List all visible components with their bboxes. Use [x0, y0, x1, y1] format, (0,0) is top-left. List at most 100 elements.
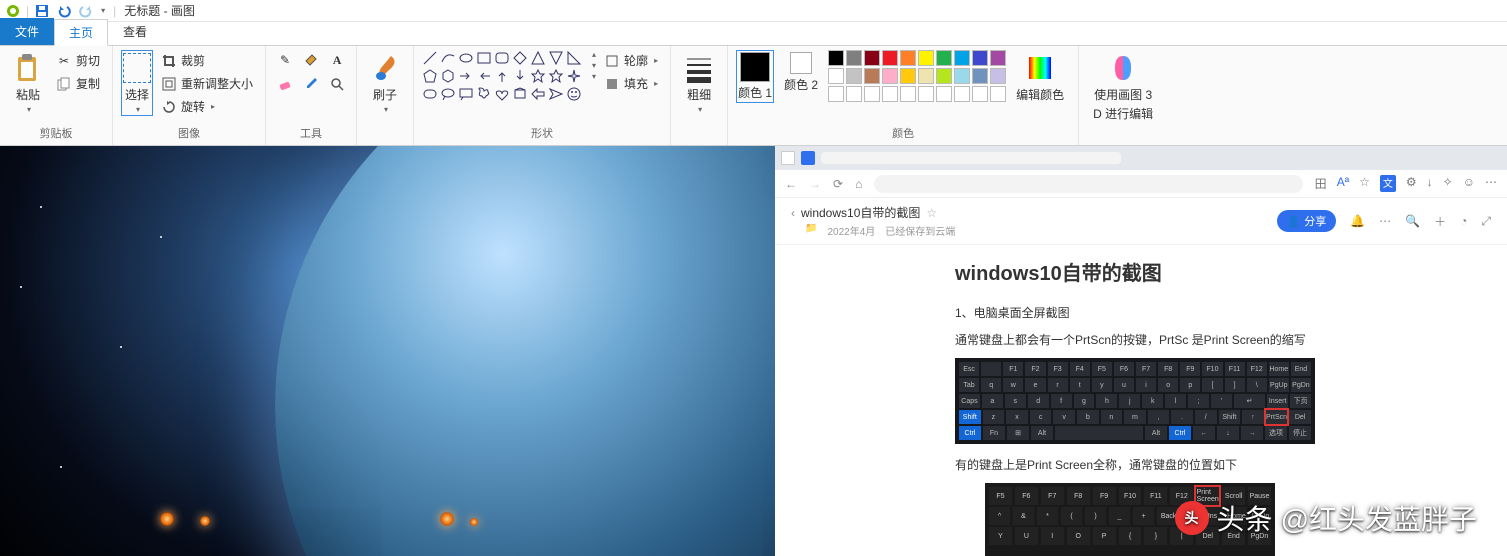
color-swatch[interactable] — [864, 68, 880, 84]
eraser-tool[interactable] — [274, 74, 296, 94]
shape-item[interactable] — [440, 86, 456, 102]
collection-icon[interactable]: ✧ — [1443, 175, 1453, 192]
shape-item[interactable] — [476, 68, 492, 84]
color1-button[interactable]: 颜色 1 — [736, 50, 774, 103]
edit-colors-button[interactable]: 编辑颜色 — [1010, 50, 1070, 105]
download-icon[interactable]: ↓ — [1427, 175, 1433, 192]
ext-icon[interactable]: 田 — [1315, 175, 1327, 192]
shapes-scroll-down[interactable]: ▾ — [592, 61, 596, 70]
shapes-expand[interactable]: ▾ — [592, 72, 596, 81]
expand-icon[interactable]: ⤢ — [1481, 214, 1491, 229]
bell-icon[interactable]: 🔔 — [1350, 214, 1365, 228]
color-swatch[interactable] — [918, 68, 934, 84]
fav-icon[interactable]: ☆ — [1359, 175, 1370, 192]
color-swatch[interactable] — [936, 50, 952, 66]
color-swatch[interactable] — [846, 68, 862, 84]
shape-item[interactable] — [458, 50, 474, 66]
shape-item[interactable] — [548, 68, 564, 84]
color-swatch[interactable] — [846, 86, 862, 102]
color-swatch[interactable] — [990, 68, 1006, 84]
shape-item[interactable] — [494, 50, 510, 66]
shapes-gallery[interactable] — [422, 50, 582, 102]
menu-icon[interactable]: ⋯ — [1485, 175, 1497, 192]
size-button[interactable]: 粗细▾ — [679, 50, 719, 116]
shape-item[interactable] — [566, 86, 582, 102]
shape-item[interactable] — [458, 68, 474, 84]
fill-button[interactable]: 填充▸ — [600, 73, 662, 94]
color-swatch[interactable] — [954, 68, 970, 84]
settings-icon[interactable]: ⚙ — [1406, 175, 1417, 192]
url-field[interactable] — [874, 175, 1302, 193]
shape-item[interactable] — [548, 50, 564, 66]
copy-button[interactable]: 复制 — [52, 73, 104, 94]
color-swatch[interactable] — [954, 86, 970, 102]
shape-item[interactable] — [530, 68, 546, 84]
shape-item[interactable] — [440, 68, 456, 84]
color-swatch[interactable] — [900, 50, 916, 66]
shape-item[interactable] — [422, 50, 438, 66]
picker-tool[interactable] — [300, 74, 322, 94]
color-swatch[interactable] — [900, 68, 916, 84]
plus-icon[interactable]: ＋ — [1434, 213, 1446, 230]
color-swatch[interactable] — [828, 50, 844, 66]
color-swatch[interactable] — [882, 86, 898, 102]
shape-item[interactable] — [494, 68, 510, 84]
cut-button[interactable]: ✂剪切 — [52, 50, 104, 71]
shape-item[interactable] — [530, 50, 546, 66]
reader-icon[interactable]: Aª — [1337, 175, 1349, 192]
text-tool[interactable]: A — [326, 50, 348, 70]
fill-tool[interactable] — [300, 50, 322, 70]
shape-item[interactable] — [566, 50, 582, 66]
select-button[interactable]: 选择▾ — [121, 50, 153, 116]
pencil-tool[interactable]: ✎ — [274, 50, 296, 70]
color-swatch[interactable] — [936, 68, 952, 84]
paste-button[interactable]: 粘贴 ▾ — [8, 50, 48, 116]
magnifier-tool[interactable] — [326, 74, 348, 94]
shape-item[interactable] — [512, 50, 528, 66]
back-icon[interactable]: ← — [785, 177, 797, 191]
shape-item[interactable] — [476, 86, 492, 102]
color-swatch[interactable] — [936, 86, 952, 102]
resize-button[interactable]: 重新调整大小 — [157, 73, 257, 94]
canvas-area[interactable]: ← → ⟳ ⌂ 田 Aª ☆ 文 ⚙ ↓ ✧ ☺ ⋯ ‹ windows10自带… — [0, 146, 1507, 556]
color-palette[interactable] — [828, 50, 1006, 102]
tab-file[interactable]: 文件 — [0, 18, 54, 45]
tab-view[interactable]: 查看 — [108, 18, 162, 45]
shape-item[interactable] — [476, 50, 492, 66]
tab-home[interactable]: 主页 — [54, 19, 108, 46]
color-swatch[interactable] — [972, 86, 988, 102]
qat-customize-icon[interactable]: ▾ — [101, 6, 105, 15]
shape-item[interactable] — [440, 50, 456, 66]
clock-icon[interactable]: ◔ — [1460, 214, 1467, 228]
star-icon[interactable]: ☆ — [926, 206, 937, 220]
save-icon[interactable] — [33, 2, 51, 20]
color-swatch[interactable] — [954, 50, 970, 66]
share-button[interactable]: 👤分享 — [1277, 210, 1337, 232]
refresh-icon[interactable]: ⟳ — [833, 177, 843, 191]
redo-icon[interactable] — [77, 2, 95, 20]
color-swatch[interactable] — [882, 68, 898, 84]
profile-icon[interactable]: ☺ — [1463, 175, 1475, 192]
paint3d-button[interactable]: 使用画图 3 D 进行编辑 — [1087, 50, 1159, 124]
shape-item[interactable] — [422, 86, 438, 102]
shape-item[interactable] — [512, 86, 528, 102]
color-swatch[interactable] — [828, 86, 844, 102]
rotate-button[interactable]: 旋转▸ — [157, 96, 257, 117]
forward-icon[interactable]: → — [809, 177, 821, 191]
color-swatch[interactable] — [864, 50, 880, 66]
color-swatch[interactable] — [918, 86, 934, 102]
color-swatch[interactable] — [972, 68, 988, 84]
shape-item[interactable] — [458, 86, 474, 102]
color-swatch[interactable] — [900, 86, 916, 102]
shape-item[interactable] — [422, 68, 438, 84]
more-icon[interactable]: ⋯ — [1379, 214, 1391, 228]
shape-item[interactable] — [494, 86, 510, 102]
shape-item[interactable] — [548, 86, 564, 102]
outline-button[interactable]: 轮廓▸ — [600, 50, 662, 71]
color-swatch[interactable] — [990, 86, 1006, 102]
doc-back-icon[interactable]: ‹ — [791, 206, 795, 220]
browser-tab-bar[interactable] — [775, 146, 1507, 170]
color-swatch[interactable] — [990, 50, 1006, 66]
home-icon[interactable]: ⌂ — [855, 177, 862, 191]
browser-url-bar[interactable]: ← → ⟳ ⌂ 田 Aª ☆ 文 ⚙ ↓ ✧ ☺ ⋯ — [775, 170, 1507, 198]
